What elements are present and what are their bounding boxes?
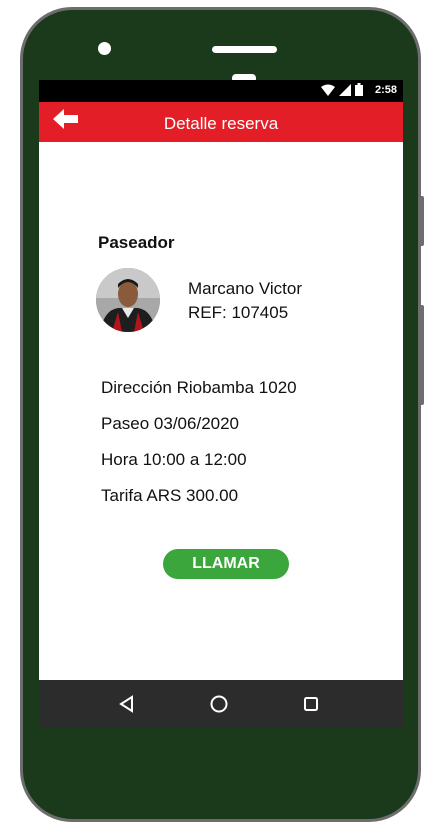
signal-icon	[339, 83, 351, 96]
phone-screen: 2:58 Detalle reserva Paseador Marcano Vi…	[39, 80, 403, 728]
call-button[interactable]: LLAMAR	[163, 549, 289, 579]
page-title: Detalle reserva	[163, 114, 279, 133]
app-bar: Detalle reserva	[39, 102, 403, 142]
avatar	[96, 268, 160, 332]
walker-name: Marcano Victor	[188, 279, 303, 298]
address-text: Dirección Riobamba 1020	[101, 378, 297, 397]
nav-back-button[interactable]	[117, 694, 137, 714]
walk-date-text: Paseo 03/06/2020	[101, 414, 240, 433]
earpiece-speaker	[212, 46, 277, 53]
power-button	[419, 305, 424, 405]
walker-ref: REF: 107405	[188, 303, 289, 322]
android-nav-bar	[39, 680, 403, 728]
volume-button	[419, 196, 424, 246]
front-camera	[98, 42, 111, 55]
circle-home-icon	[210, 695, 228, 713]
battery-icon	[355, 83, 363, 96]
status-time: 2:58	[374, 84, 397, 96]
nav-home-button[interactable]	[209, 694, 229, 714]
triangle-back-icon	[119, 695, 133, 713]
status-bar: 2:58	[39, 80, 403, 102]
status-icons	[321, 83, 363, 96]
nav-recents-button[interactable]	[301, 694, 321, 714]
square-recents-icon	[304, 697, 318, 711]
wifi-icon	[321, 84, 335, 96]
fee-text: Tarifa ARS 300.00	[101, 486, 239, 505]
time-range-text: Hora 10:00 a 12:00	[101, 450, 247, 469]
reservation-detail: Paseador Marcano Victor REF: 107405 Dire…	[39, 142, 403, 680]
walker-section-title: Paseador	[98, 233, 175, 252]
